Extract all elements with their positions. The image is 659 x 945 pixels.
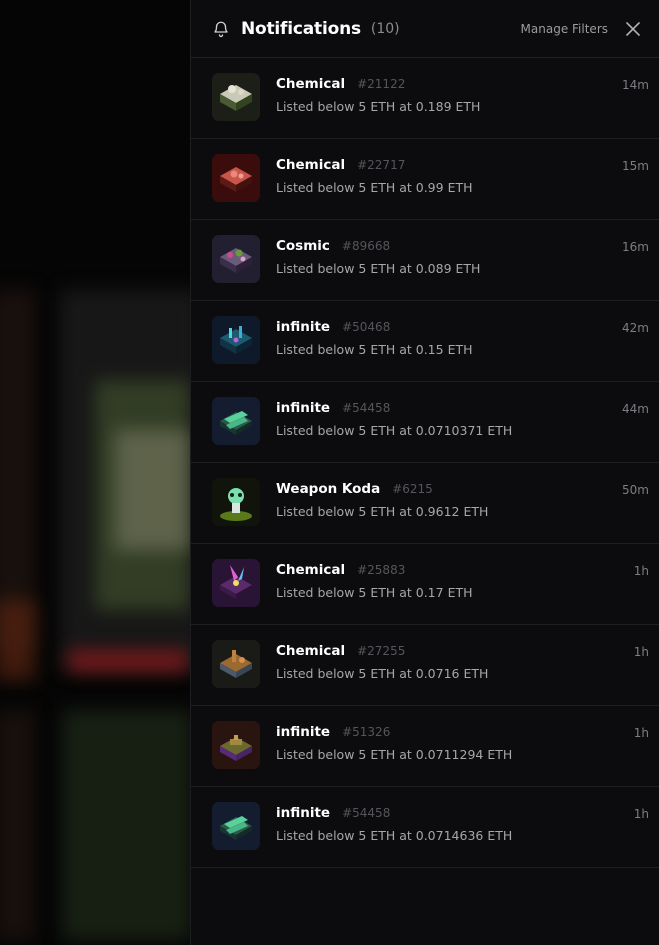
collection-name: Weapon Koda: [276, 481, 381, 497]
timestamp: 44m: [622, 402, 649, 416]
collection-name: infinite: [276, 805, 331, 821]
token-id: #89668: [341, 239, 391, 253]
notification-item[interactable]: Cosmic #89668 Listed below 5 ETH at 0.089…: [191, 220, 659, 301]
notification-item[interactable]: Chemical #21122 Listed below 5 ETH at 0.1…: [191, 58, 659, 139]
notification-message: Listed below 5 ETH at 0.17 ETH: [276, 585, 473, 600]
notification-item[interactable]: Chemical #25883 Listed below 5 ETH at 0.1…: [191, 544, 659, 625]
nft-thumbnail: [212, 559, 260, 607]
notification-message: Listed below 5 ETH at 0.189 ETH: [276, 99, 481, 114]
collection-name: infinite: [276, 724, 331, 740]
timestamp: 15m: [622, 159, 649, 173]
notification-item[interactable]: infinite #50468 Listed below 5 ETH at 0.1…: [191, 301, 659, 382]
notification-item[interactable]: infinite #54458 Listed below 5 ETH at 0.0…: [191, 382, 659, 463]
notification-item[interactable]: Chemical #22717 Listed below 5 ETH at 0.9…: [191, 139, 659, 220]
collection-name: infinite: [276, 319, 331, 335]
timestamp: 14m: [622, 78, 649, 92]
nft-thumbnail: [212, 721, 260, 769]
nft-thumbnail: [212, 640, 260, 688]
nft-thumbnail: [212, 316, 260, 364]
timestamp: 1h: [633, 645, 649, 659]
notification-item[interactable]: Chemical #27255 Listed below 5 ETH at 0.0…: [191, 625, 659, 706]
token-id: #54458: [342, 401, 391, 415]
notification-message: Listed below 5 ETH at 0.9612 ETH: [276, 504, 489, 519]
notifications-panel: Notifications (10) Manage Filters Chemic…: [190, 0, 659, 945]
token-id: #25883: [357, 563, 406, 577]
nft-thumbnail: [212, 478, 260, 526]
close-icon[interactable]: [625, 21, 641, 37]
notification-message: Listed below 5 ETH at 0.0711294 ETH: [276, 747, 513, 762]
notification-count: (10): [370, 20, 400, 37]
notification-message: Listed below 5 ETH at 0.089 ETH: [276, 261, 481, 276]
timestamp: 42m: [622, 321, 649, 335]
notification-item[interactable]: infinite #54458 Listed below 5 ETH at 0.0…: [191, 787, 659, 868]
nft-thumbnail: [212, 154, 260, 202]
collection-name: Chemical: [276, 643, 346, 659]
nft-thumbnail: [212, 397, 260, 445]
token-id: #22717: [357, 158, 406, 172]
collection-name: Chemical: [276, 562, 346, 578]
token-id: #27255: [357, 644, 406, 658]
timestamp: 50m: [622, 483, 649, 497]
timestamp: 16m: [622, 240, 649, 254]
notification-message: Listed below 5 ETH at 0.15 ETH: [276, 342, 473, 357]
collection-name: infinite: [276, 400, 331, 416]
collection-name: Cosmic: [276, 238, 330, 254]
notification-message: Listed below 5 ETH at 0.0710371 ETH: [276, 423, 513, 438]
timestamp: 1h: [633, 807, 649, 821]
panel-title: Notifications: [241, 18, 361, 39]
notification-message: Listed below 5 ETH at 0.0714636 ETH: [276, 828, 513, 843]
nft-thumbnail: [212, 235, 260, 283]
notification-message: Listed below 5 ETH at 0.99 ETH: [276, 180, 473, 195]
timestamp: 1h: [633, 564, 649, 578]
token-id: #51326: [342, 725, 391, 739]
collection-name: Chemical: [276, 157, 346, 173]
nft-thumbnail: [212, 73, 260, 121]
token-id: #54458: [342, 806, 391, 820]
blurred-background: [0, 0, 190, 945]
notification-item[interactable]: infinite #51326 Listed below 5 ETH at 0.0…: [191, 706, 659, 787]
notification-message: Listed below 5 ETH at 0.0716 ETH: [276, 666, 489, 681]
bell-icon: [214, 21, 228, 37]
nft-thumbnail: [212, 802, 260, 850]
timestamp: 1h: [633, 726, 649, 740]
token-id: #50468: [342, 320, 391, 334]
panel-header: Notifications (10) Manage Filters: [191, 0, 659, 58]
token-id: #21122: [357, 77, 406, 91]
notification-list: Chemical #21122 Listed below 5 ETH at 0.1…: [191, 58, 659, 868]
token-id: #6215: [392, 482, 433, 496]
collection-name: Chemical: [276, 76, 346, 92]
manage-filters-link[interactable]: Manage Filters: [521, 22, 608, 36]
notification-item[interactable]: Weapon Koda #6215 Listed below 5 ETH at 0…: [191, 463, 659, 544]
